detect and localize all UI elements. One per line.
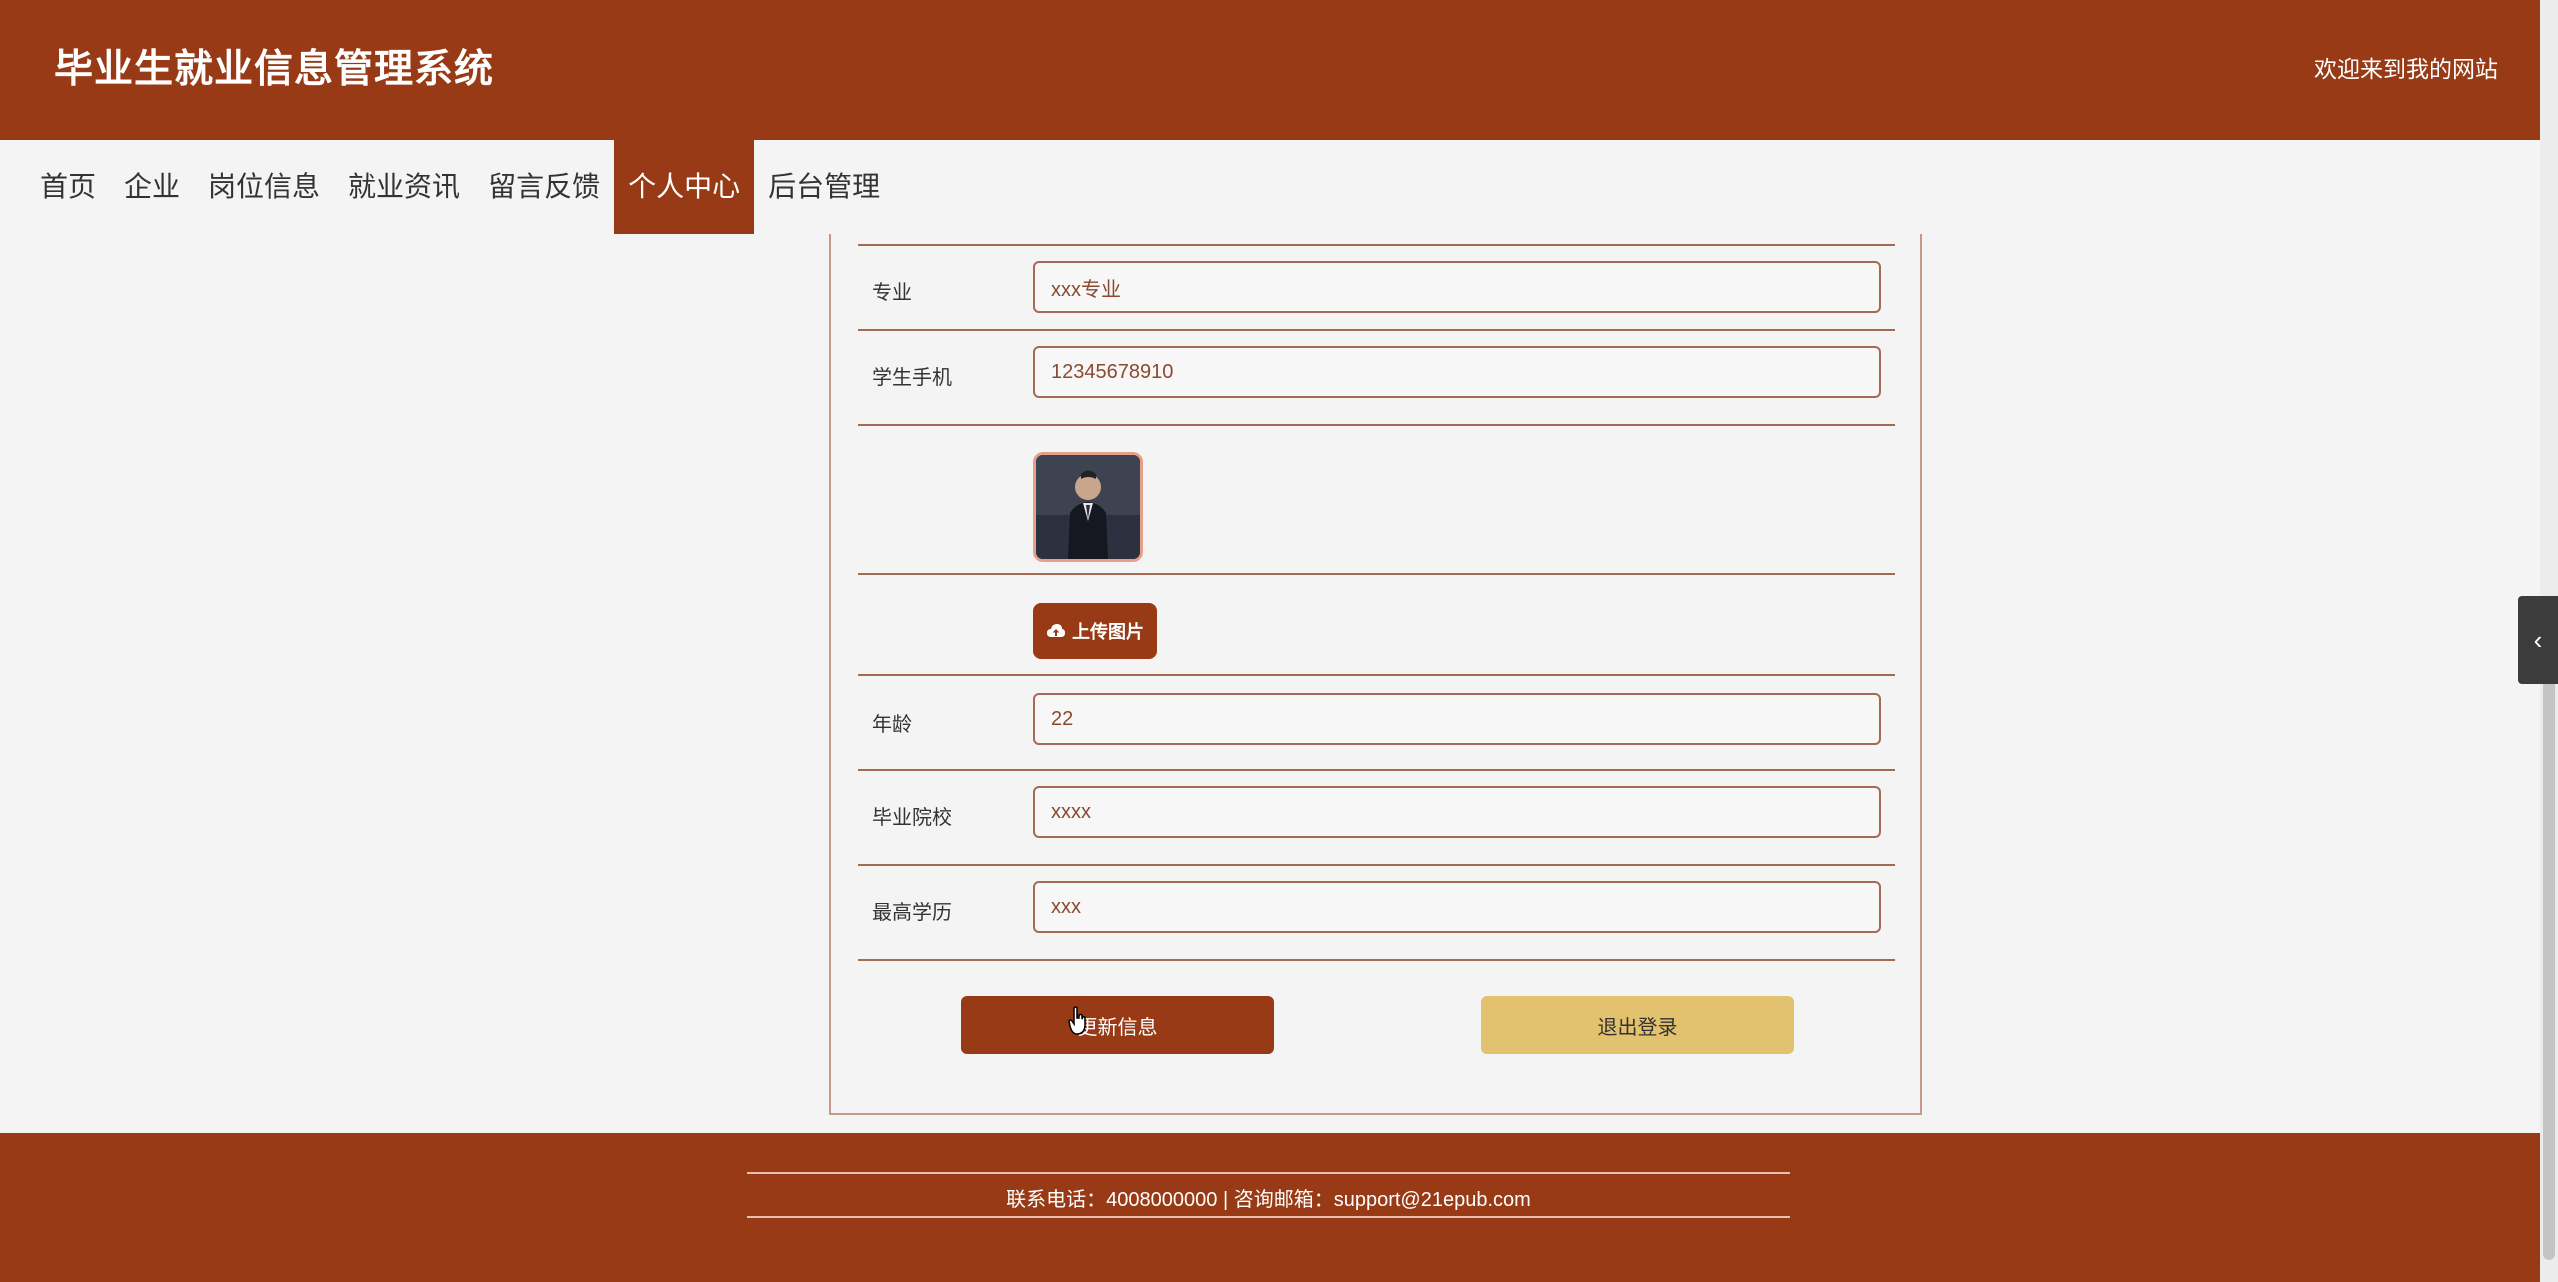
update-info-button[interactable]: 更新信息 [961, 996, 1274, 1054]
form-row-avatar [858, 426, 1895, 575]
nav-item-company[interactable]: 企业 [110, 140, 194, 234]
form-row-age: 年龄 [858, 676, 1895, 771]
footer-contact: 联系电话：4008000000 | 咨询邮箱：support@21epub.co… [1006, 1189, 1531, 1211]
nav-item-home[interactable]: 首页 [26, 140, 110, 234]
cloud-upload-icon [1047, 624, 1065, 637]
age-label: 年龄 [872, 714, 912, 736]
nav-item-news[interactable]: 就业资讯 [334, 140, 474, 234]
form-row-school: 毕业院校 [858, 771, 1895, 866]
form-row-top-divider [858, 234, 1895, 246]
form-row-upload: 上传图片 [858, 575, 1895, 676]
education-label: 最高学历 [872, 902, 952, 924]
avatar-photo [1036, 455, 1140, 559]
welcome-text: 欢迎来到我的网站 [2314, 56, 2498, 82]
chevron-left-icon: ‹ [2533, 624, 2543, 655]
mouse-cursor-icon [1068, 1006, 1086, 1035]
main-nav: 首页 企业 岗位信息 就业资讯 留言反馈 个人中心 后台管理 [0, 140, 2540, 234]
school-input[interactable] [1033, 786, 1881, 838]
age-input[interactable] [1033, 693, 1881, 745]
footer-divider-bottom [747, 1216, 1790, 1218]
form-row-education: 最高学历 [858, 866, 1895, 961]
phone-input[interactable] [1033, 346, 1881, 398]
nav-item-feedback[interactable]: 留言反馈 [474, 140, 614, 234]
phone-label: 学生手机 [872, 367, 952, 389]
site-header: 毕业生就业信息管理系统 欢迎来到我的网站 [0, 0, 2540, 140]
form-row-phone: 学生手机 [858, 331, 1895, 426]
major-label: 专业 [872, 282, 912, 304]
profile-form-panel: 专业 学生手机 上传图片 年龄 [829, 234, 1922, 1115]
site-title: 毕业生就业信息管理系统 [54, 48, 495, 91]
nav-item-admin[interactable]: 后台管理 [754, 140, 894, 234]
major-input[interactable] [1033, 261, 1881, 313]
nav-item-personal-center[interactable]: 个人中心 [614, 140, 755, 234]
school-label: 毕业院校 [872, 807, 952, 829]
education-input[interactable] [1033, 881, 1881, 933]
footer-divider-top [747, 1172, 1790, 1174]
logout-button[interactable]: 退出登录 [1481, 996, 1794, 1054]
upload-image-button[interactable]: 上传图片 [1033, 603, 1157, 659]
side-panel-toggle[interactable]: ‹ [2518, 596, 2558, 684]
upload-image-label: 上传图片 [1072, 622, 1144, 642]
form-row-major: 专业 [858, 246, 1895, 331]
avatar [1033, 452, 1143, 562]
scrollbar-thumb[interactable] [2543, 680, 2555, 1260]
nav-item-jobs[interactable]: 岗位信息 [194, 140, 334, 234]
